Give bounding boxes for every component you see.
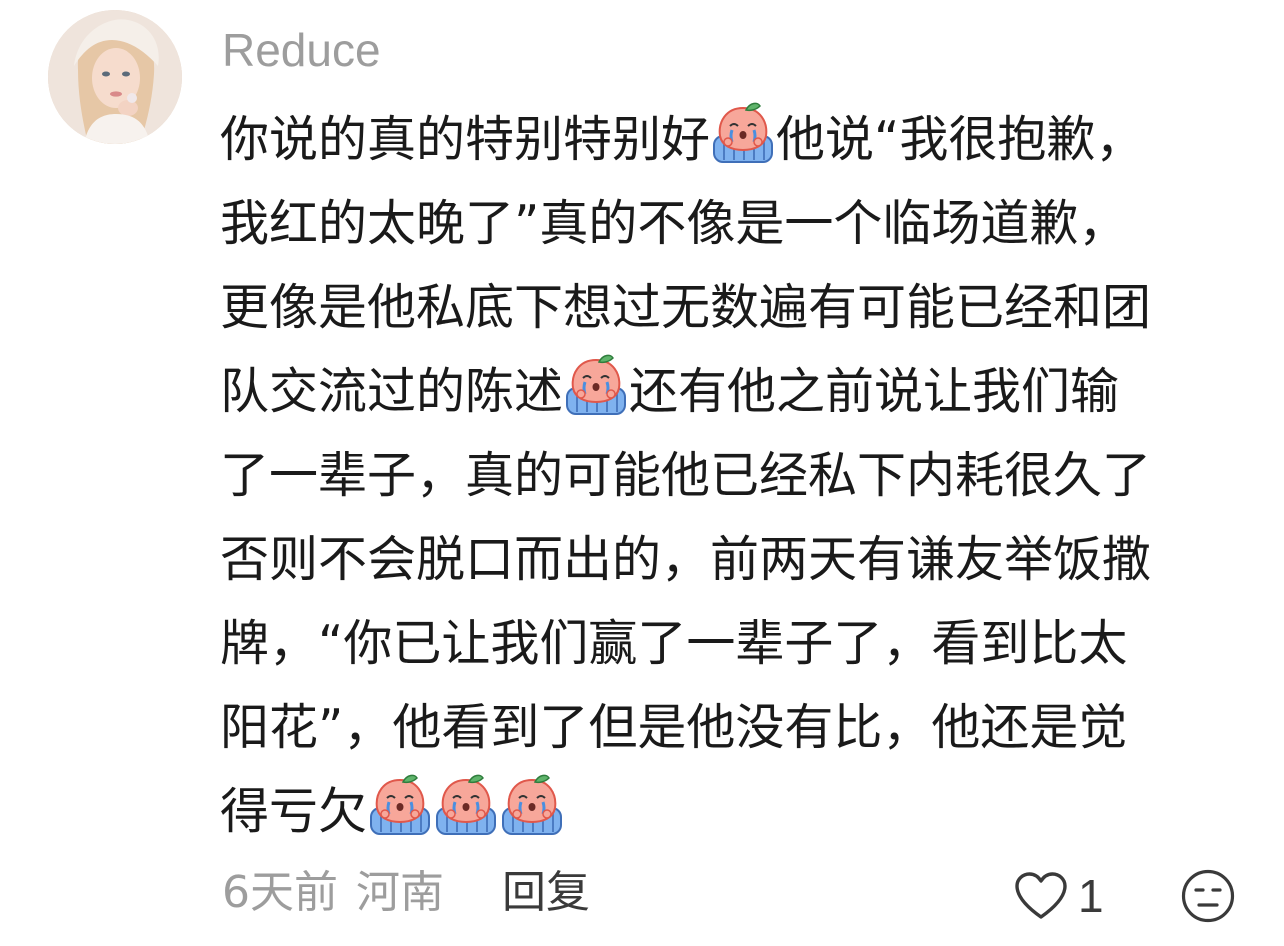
text-segment: 队交流过的陈述 bbox=[220, 363, 564, 420]
crying-peach-emoji-icon bbox=[367, 774, 433, 838]
comment-line: 队交流过的陈述 还有他之前说让我们输 bbox=[220, 350, 1240, 434]
comment-text: 你说的真的特别特别好 他说“我很抱歉， 我红的太晚了”真的不像是一个临场道歉， 更… bbox=[220, 98, 1240, 854]
comment-line: 我红的太晚了”真的不像是一个临场道歉， bbox=[220, 195, 1128, 252]
crying-peach-emoji-icon bbox=[499, 774, 565, 838]
text-segment: 还有他之前说让我们输 bbox=[629, 363, 1120, 420]
comment-line: 更像是他私底下想过无数遍有可能已经和团 bbox=[220, 279, 1152, 336]
text-segment: 你说的真的特别特别好 bbox=[220, 111, 711, 168]
text-segment: 得亏欠 bbox=[220, 783, 368, 840]
frown-face-icon[interactable] bbox=[1180, 868, 1236, 924]
like-button[interactable]: 1 bbox=[1014, 868, 1104, 924]
username[interactable]: Reduce bbox=[222, 22, 381, 78]
crying-peach-emoji-icon bbox=[563, 354, 629, 418]
comment-line: 你说的真的特别特别好 他说“我很抱歉， bbox=[220, 98, 1240, 182]
location: 河南 bbox=[356, 867, 444, 918]
comment-item: Reduce 你说的真的特别特别好 他说“我很抱歉， 我红的太晚了”真的不像是一个… bbox=[0, 0, 1284, 946]
comment-line: 否则不会脱口而出的，前两天有谦友举饭撒 bbox=[220, 531, 1152, 588]
comment-line: 牌，“你已让我们赢了一辈子了，看到比太 bbox=[220, 615, 1128, 672]
heart-icon[interactable] bbox=[1014, 871, 1068, 921]
comment-line: 得亏欠 bbox=[220, 770, 1240, 854]
comment-line: 了一辈子，真的可能他已经私下内耗很久了 bbox=[220, 447, 1152, 504]
crying-peach-emoji-icon bbox=[710, 102, 776, 166]
like-count: 1 bbox=[1078, 870, 1104, 922]
comment-line: 阳花”，他看到了但是他没有比，他还是觉 bbox=[220, 699, 1128, 756]
comment-meta: 6天前 河南 bbox=[222, 862, 462, 924]
time-ago: 6天前 bbox=[222, 867, 338, 918]
user-avatar[interactable] bbox=[48, 10, 182, 144]
text-segment: 他说“我很抱歉， bbox=[776, 111, 1145, 168]
avatar-portrait-icon bbox=[48, 10, 182, 144]
reply-button[interactable]: 回复 bbox=[502, 862, 590, 924]
crying-peach-emoji-icon bbox=[433, 774, 499, 838]
